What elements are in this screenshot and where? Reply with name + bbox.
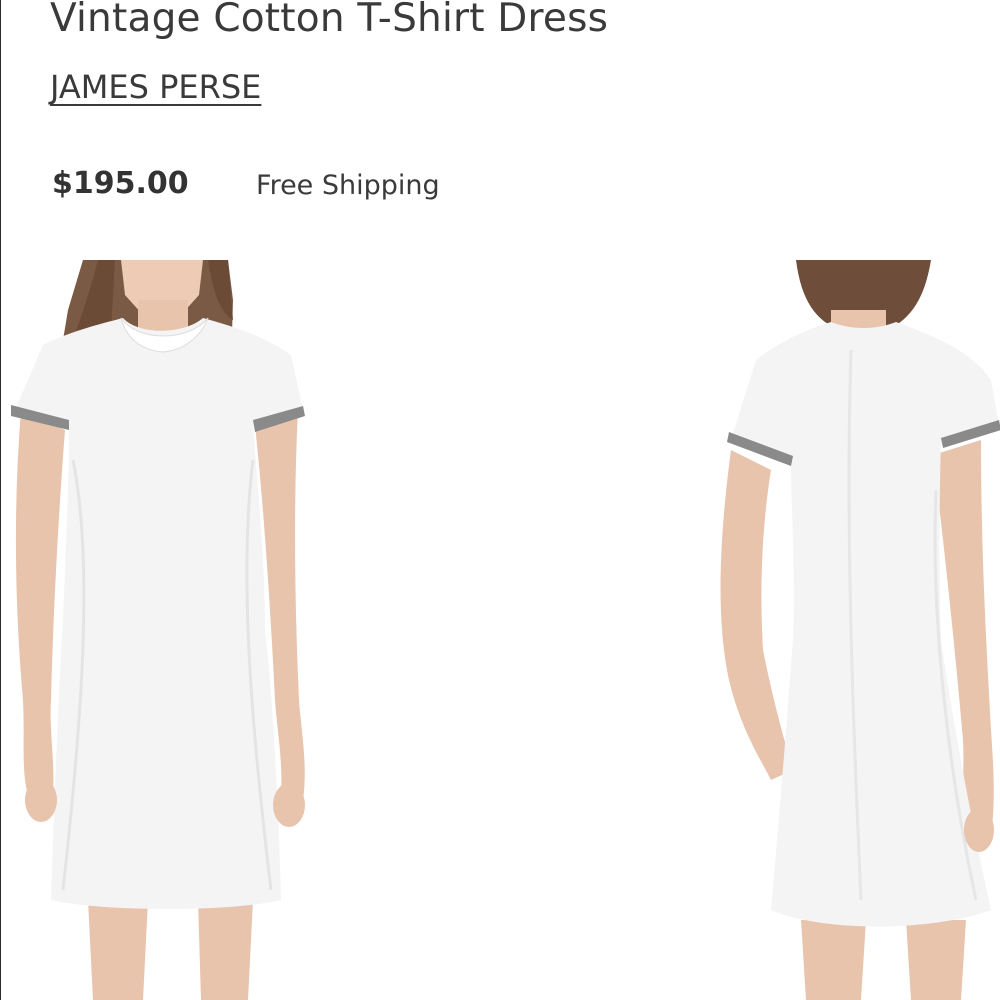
product-title: Vintage Cotton T-Shirt Dress xyxy=(50,0,609,41)
shipping-info: Free Shipping xyxy=(256,170,440,201)
model-front-illustration xyxy=(11,260,305,1000)
product-photo-front[interactable] xyxy=(3,260,313,1000)
product-page: Vintage Cotton T-Shirt Dress JAMES PERSE… xyxy=(0,0,1000,1000)
brand-link[interactable]: JAMES PERSE xyxy=(50,68,261,106)
product-photo-back[interactable] xyxy=(701,260,1000,1000)
model-back-illustration xyxy=(720,260,1000,1000)
product-price: $195.00 xyxy=(52,166,189,201)
